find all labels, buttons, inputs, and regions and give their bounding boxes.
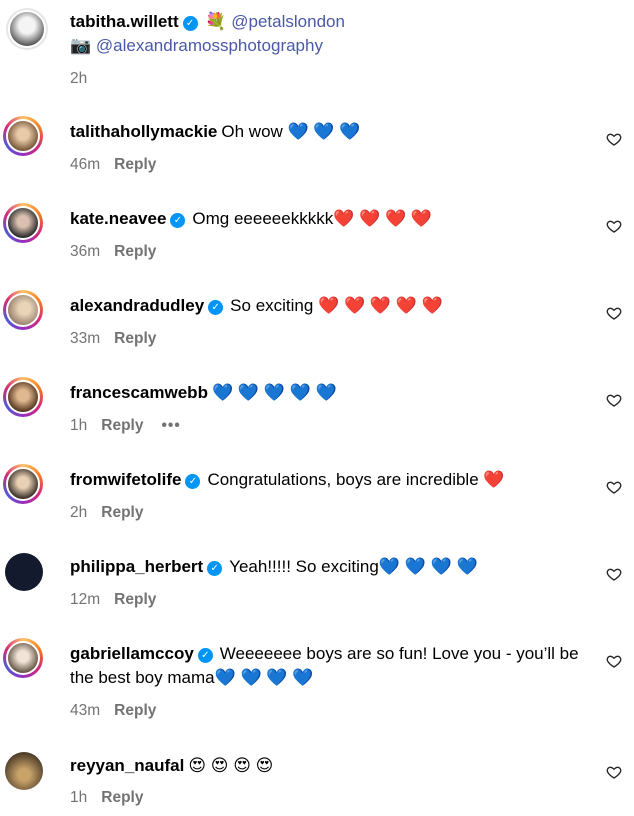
avatar[interactable] — [5, 752, 43, 790]
verified-badge-icon: ✓ — [208, 300, 224, 315]
avatar[interactable] — [3, 116, 43, 156]
heart-outline-icon[interactable] — [606, 479, 622, 495]
comment-username[interactable]: fromwifetolife — [70, 470, 181, 489]
avatar[interactable] — [3, 638, 43, 678]
comment-meta: 1h Reply ••• — [70, 416, 181, 436]
reply-button[interactable]: Reply — [101, 789, 143, 806]
comment-meta: 2h Reply — [70, 503, 143, 523]
caption: tabitha.willett ✓ 💐 @petalslondon 📷 @alex… — [70, 10, 588, 58]
caption-username[interactable]: tabitha.willett — [70, 12, 179, 31]
comment-meta: 46m Reply — [70, 155, 156, 175]
reply-button[interactable]: Reply — [101, 417, 143, 434]
avatar[interactable] — [3, 377, 43, 417]
comment: talithahollymackie Oh wow 💙 💙 💙 — [70, 120, 588, 144]
comment-text: 💙 💙 💙 💙 💙 — [211, 383, 337, 402]
verified-badge-icon: ✓ — [182, 16, 198, 31]
comment-meta: 1h Reply — [70, 788, 143, 808]
verified-badge-icon: ✓ — [207, 561, 223, 576]
timestamp: 1h — [70, 417, 88, 434]
comment-text: Yeah!!!!! So exciting💙 💙 💙 💙 — [229, 557, 478, 576]
timestamp: 1h — [70, 789, 88, 806]
flower-emoji: 💐 — [205, 12, 227, 32]
comment-meta: 36m Reply — [70, 242, 156, 262]
timestamp: 33m — [70, 330, 101, 347]
verified-badge-icon: ✓ — [170, 213, 186, 228]
mention-link[interactable]: @alexandramossphotography — [96, 36, 323, 55]
reply-button[interactable]: Reply — [114, 330, 156, 347]
reply-button[interactable]: Reply — [114, 591, 156, 608]
comment: francescamwebb 💙 💙 💙 💙 💙 — [70, 381, 588, 405]
reply-button[interactable]: Reply — [114, 243, 156, 260]
comment-text: Oh wow 💙 💙 💙 — [221, 122, 361, 141]
comment-text: Omg eeeeeekkkkk❤️ ❤️ ❤️ ❤️ — [192, 209, 433, 228]
comment: gabriellamccoy ✓ Weeeeeee boys are so fun!… — [70, 642, 588, 690]
timestamp: 36m — [70, 243, 101, 260]
more-options-icon[interactable]: ••• — [161, 417, 180, 434]
timestamp: 43m — [70, 702, 101, 719]
comment-username[interactable]: reyyan_naufal — [70, 756, 184, 775]
heart-outline-icon[interactable] — [606, 566, 622, 582]
comment-username[interactable]: gabriellamccoy — [70, 644, 194, 663]
avatar[interactable] — [5, 553, 43, 591]
comment: kate.neavee ✓ Omg eeeeeekkkkk❤️ ❤️ ❤️ ❤️ — [70, 207, 588, 231]
comment: philippa_herbert ✓ Yeah!!!!! So exciting💙 … — [70, 555, 588, 579]
verified-badge-icon: ✓ — [197, 648, 213, 663]
verified-badge-icon: ✓ — [185, 474, 201, 489]
comment-text: So exciting ❤️ ❤️ ❤️ ❤️ ❤️ — [230, 296, 443, 315]
comment-meta: 43m Reply — [70, 701, 156, 721]
comment-meta: 33m Reply — [70, 329, 156, 349]
heart-outline-icon[interactable] — [606, 305, 622, 321]
comment-meta: 12m Reply — [70, 590, 156, 610]
camera-emoji: 📷 — [70, 36, 92, 56]
comment-username[interactable]: kate.neavee — [70, 209, 166, 228]
mention-link[interactable]: @petalslondon — [231, 12, 345, 31]
timestamp: 46m — [70, 156, 101, 173]
comment-username[interactable]: talithahollymackie — [70, 122, 217, 141]
timestamp: 12m — [70, 591, 101, 608]
comment: fromwifetolife ✓ Congratulations, boys are… — [70, 468, 588, 492]
avatar[interactable] — [6, 8, 48, 50]
comment: reyyan_naufal 😍 😍 😍 😍 — [70, 754, 588, 778]
heart-outline-icon[interactable] — [606, 653, 622, 669]
timestamp: 2h — [70, 504, 88, 521]
reply-button[interactable]: Reply — [114, 702, 156, 719]
comment-text: Congratulations, boys are incredible ❤️ — [207, 470, 505, 489]
comment-text: 😍 😍 😍 😍 — [188, 756, 274, 775]
caption-meta: 2h — [70, 69, 87, 89]
timestamp: 2h — [70, 70, 88, 87]
heart-outline-icon[interactable] — [606, 131, 622, 147]
comment-username[interactable]: philippa_herbert — [70, 557, 203, 576]
avatar[interactable] — [3, 203, 43, 243]
heart-outline-icon[interactable] — [606, 218, 622, 234]
avatar[interactable] — [3, 290, 43, 330]
reply-button[interactable]: Reply — [101, 504, 143, 521]
heart-outline-icon[interactable] — [606, 764, 622, 780]
comment-username[interactable]: francescamwebb — [70, 383, 208, 402]
reply-button[interactable]: Reply — [114, 156, 156, 173]
heart-outline-icon[interactable] — [606, 392, 622, 408]
avatar[interactable] — [3, 464, 43, 504]
comment-username[interactable]: alexandradudley — [70, 296, 204, 315]
comment: alexandradudley ✓ So exciting ❤️ ❤️ ❤️ ❤️ … — [70, 294, 588, 318]
